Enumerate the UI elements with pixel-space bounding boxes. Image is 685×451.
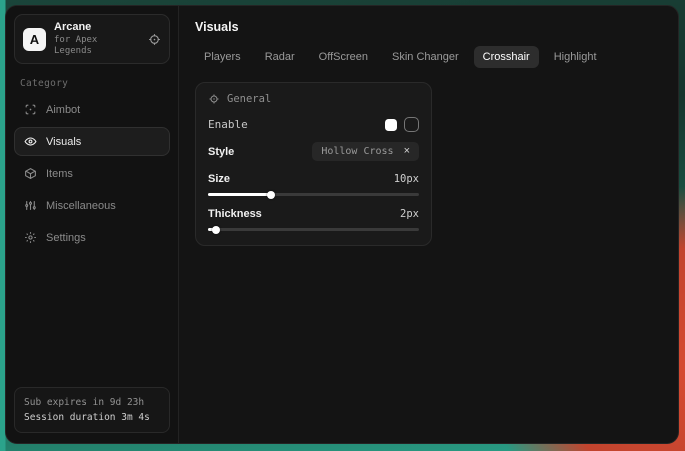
size-slider-fill	[208, 193, 271, 196]
size-slider[interactable]	[208, 193, 419, 196]
page-title: Visuals	[195, 20, 662, 34]
sidebar-item-label: Settings	[46, 232, 86, 244]
sidebar-item-aimbot[interactable]: Aimbot	[14, 95, 170, 124]
brand-text: Arcane for Apex Legends	[54, 21, 140, 57]
general-card-header: General	[208, 93, 419, 105]
thickness-row: Thickness 2px	[208, 208, 419, 220]
size-value: 10px	[394, 173, 419, 185]
tab-skin-changer[interactable]: Skin Changer	[383, 46, 468, 68]
tab-players[interactable]: Players	[195, 46, 250, 68]
sidebar-item-label: Miscellaneous	[46, 200, 116, 212]
size-slider-thumb[interactable]	[267, 191, 275, 199]
aimbot-viewfinder-icon	[24, 103, 37, 116]
tab-bar: Players Radar OffScreen Skin Changer Cro…	[195, 46, 662, 68]
sidebar-item-label: Items	[46, 168, 73, 180]
sidebar-item-miscellaneous[interactable]: Miscellaneous	[14, 191, 170, 220]
thickness-slider[interactable]	[208, 228, 419, 231]
tab-offscreen[interactable]: OffScreen	[310, 46, 377, 68]
sidebar-item-settings[interactable]: Settings	[14, 223, 170, 252]
crosshair-target-icon[interactable]	[148, 33, 161, 46]
general-card: General Enable Style Hollow Cross × Size…	[195, 82, 432, 246]
style-tag[interactable]: Hollow Cross ×	[312, 142, 419, 161]
subscription-info-box: Sub expires in 9d 23h Session duration 3…	[14, 387, 170, 433]
tab-crosshair[interactable]: Crosshair	[474, 46, 539, 68]
tab-highlight[interactable]: Highlight	[545, 46, 606, 68]
enable-row: Enable	[208, 117, 419, 132]
app-window: A Arcane for Apex Legends Category	[5, 5, 679, 444]
brand-card: A Arcane for Apex Legends	[14, 14, 170, 64]
enable-controls	[385, 117, 419, 132]
thickness-value: 2px	[400, 208, 419, 220]
sidebar-item-visuals[interactable]: Visuals	[14, 127, 170, 156]
sidebar: A Arcane for Apex Legends Category	[6, 6, 179, 443]
app-subtitle: for Apex Legends	[54, 35, 140, 58]
settings-gear-icon	[24, 231, 37, 244]
style-label: Style	[208, 146, 234, 158]
remove-style-icon[interactable]: ×	[404, 146, 410, 157]
app-name: Arcane	[54, 21, 140, 35]
thickness-label: Thickness	[208, 208, 262, 220]
main-panel: Visuals Players Radar OffScreen Skin Cha…	[179, 6, 678, 443]
misc-sliders-icon	[24, 199, 37, 212]
sidebar-item-label: Visuals	[46, 136, 81, 148]
category-label: Category	[20, 78, 170, 89]
sidebar-item-items[interactable]: Items	[14, 159, 170, 188]
sidebar-nav: Aimbot Visuals Items	[14, 95, 170, 252]
tab-radar[interactable]: Radar	[256, 46, 304, 68]
sub-expires-text: Sub expires in 9d 23h	[24, 395, 160, 410]
thickness-slider-thumb[interactable]	[212, 226, 220, 234]
size-row: Size 10px	[208, 173, 419, 185]
general-card-title: General	[227, 93, 271, 105]
sidebar-item-label: Aimbot	[46, 104, 80, 116]
session-duration-text: Session duration 3m 4s	[24, 410, 160, 425]
app-logo: A	[23, 28, 46, 51]
enable-checkbox-unchecked[interactable]	[404, 117, 419, 132]
enable-checkbox-checked[interactable]	[385, 119, 397, 131]
items-package-icon	[24, 167, 37, 180]
style-row: Style Hollow Cross ×	[208, 142, 419, 161]
general-target-icon	[208, 93, 220, 105]
visuals-eye-icon	[24, 135, 37, 148]
size-label: Size	[208, 173, 230, 185]
enable-label: Enable	[208, 118, 248, 131]
style-value: Hollow Cross	[321, 146, 393, 157]
